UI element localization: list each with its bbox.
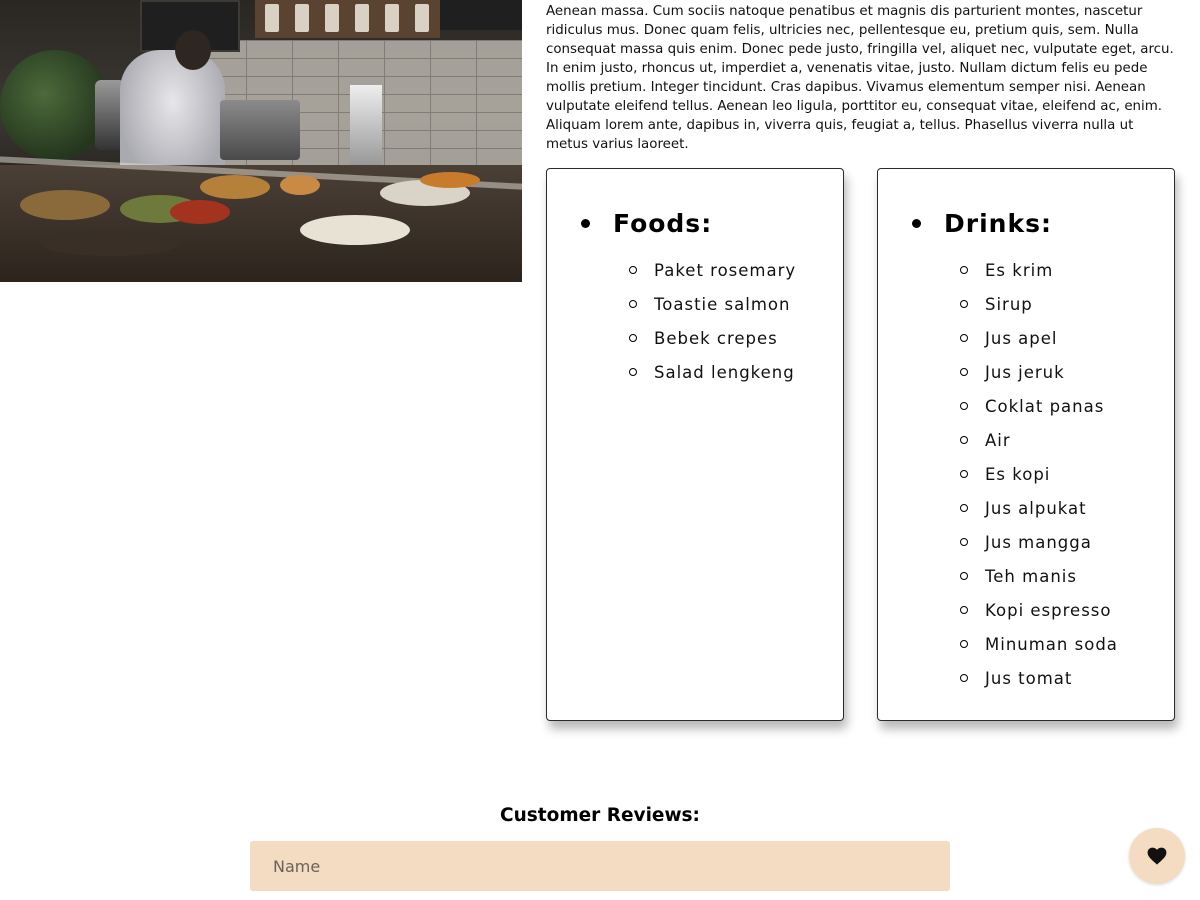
list-item: Minuman soda	[960, 627, 1118, 661]
circle-bullet-icon	[960, 368, 968, 376]
foods-menu-card: Foods: Paket rosemary Toastie salmon Beb…	[546, 168, 844, 721]
drinks-heading-row: Drinks:	[912, 209, 1052, 238]
list-item: Salad lengkeng	[629, 355, 796, 389]
drink-item-label: Es kopi	[985, 464, 1051, 484]
list-item: Jus jeruk	[960, 355, 1118, 389]
drink-item-label: Kopi espresso	[985, 600, 1112, 620]
drink-item-label: Jus apel	[985, 328, 1058, 348]
circle-bullet-icon	[629, 368, 637, 376]
foods-list: Paket rosemary Toastie salmon Bebek crep…	[629, 253, 796, 389]
drink-item-label: Jus jeruk	[985, 362, 1065, 382]
drink-item-label: Coklat panas	[985, 396, 1105, 416]
intro-paragraph: Aenean massa. Cum sociis natoque penatib…	[546, 4, 1174, 152]
list-item: Es kopi	[960, 457, 1118, 491]
favorite-button[interactable]	[1129, 828, 1185, 884]
list-item: Coklat panas	[960, 389, 1118, 423]
list-item: Air	[960, 423, 1118, 457]
list-item: Jus alpukat	[960, 491, 1118, 525]
circle-bullet-icon	[960, 266, 968, 274]
list-item: Kopi espresso	[960, 593, 1118, 627]
foods-heading: Foods:	[613, 209, 713, 238]
drink-item-label: Jus mangga	[985, 532, 1092, 552]
circle-bullet-icon	[960, 674, 968, 682]
food-item-label: Bebek crepes	[654, 328, 778, 348]
food-item-label: Paket rosemary	[654, 260, 797, 280]
list-item: Jus apel	[960, 321, 1118, 355]
list-item: Paket rosemary	[629, 253, 796, 287]
drink-item-label: Teh manis	[985, 566, 1077, 586]
food-item-label: Toastie salmon	[654, 294, 791, 314]
name-input[interactable]	[250, 841, 950, 891]
circle-bullet-icon	[629, 266, 637, 274]
drinks-heading: Drinks:	[944, 209, 1052, 238]
drinks-menu-card: Drinks: Es krim Sirup Jus apel Jus jeruk…	[877, 168, 1175, 721]
drink-item-label: Jus tomat	[985, 668, 1073, 688]
circle-bullet-icon	[960, 470, 968, 478]
circle-bullet-icon	[960, 572, 968, 580]
list-item: Jus mangga	[960, 525, 1118, 559]
circle-bullet-icon	[960, 538, 968, 546]
circle-bullet-icon	[960, 640, 968, 648]
circle-bullet-icon	[960, 334, 968, 342]
circle-bullet-icon	[960, 300, 968, 308]
circle-bullet-icon	[960, 436, 968, 444]
drink-item-label: Jus alpukat	[985, 498, 1087, 518]
drinks-list: Es krim Sirup Jus apel Jus jeruk Coklat …	[960, 253, 1118, 695]
drink-item-label: Air	[985, 430, 1011, 450]
bullet-icon	[912, 219, 921, 228]
bullet-icon	[581, 219, 590, 228]
list-item: Sirup	[960, 287, 1118, 321]
circle-bullet-icon	[629, 300, 637, 308]
drink-item-label: Es krim	[985, 260, 1054, 280]
drink-item-label: Minuman soda	[985, 634, 1118, 654]
drink-item-label: Sirup	[985, 294, 1033, 314]
circle-bullet-icon	[960, 504, 968, 512]
list-item: Bebek crepes	[629, 321, 796, 355]
list-item: Toastie salmon	[629, 287, 796, 321]
circle-bullet-icon	[629, 334, 637, 342]
circle-bullet-icon	[960, 402, 968, 410]
list-item: Jus tomat	[960, 661, 1118, 695]
reviews-title: Customer Reviews:	[500, 805, 700, 826]
list-item: Es krim	[960, 253, 1118, 287]
food-item-label: Salad lengkeng	[654, 362, 795, 382]
circle-bullet-icon	[960, 606, 968, 614]
list-item: Teh manis	[960, 559, 1118, 593]
foods-heading-row: Foods:	[581, 209, 712, 238]
cafe-photo	[0, 0, 522, 282]
heart-icon	[1147, 847, 1167, 865]
